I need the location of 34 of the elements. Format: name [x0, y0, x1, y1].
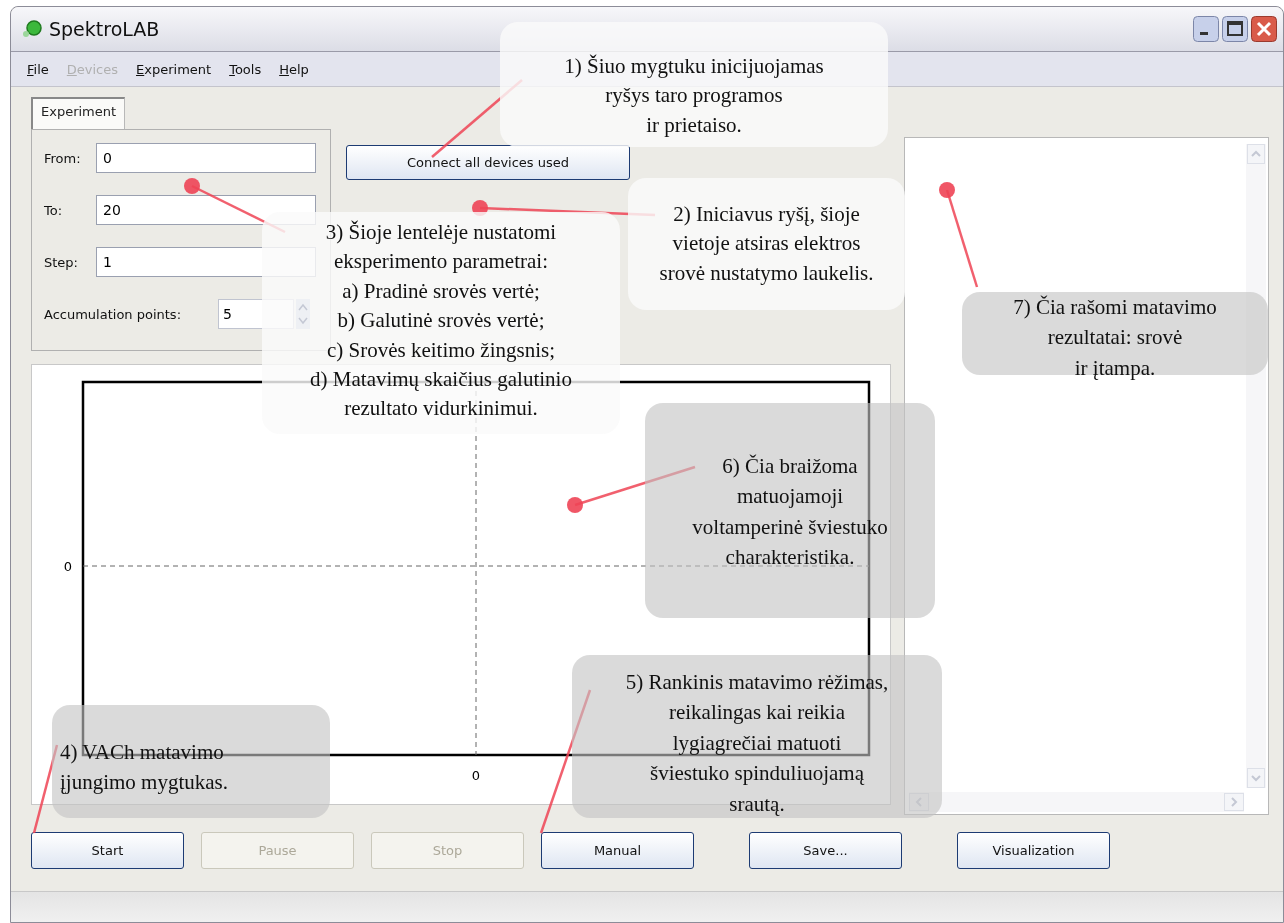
connect-button[interactable]: Connect all devices used: [346, 145, 630, 180]
field-label: Step:: [44, 254, 79, 270]
maximize-icon[interactable]: [1222, 16, 1248, 42]
axis-tick-label: 0: [63, 559, 73, 574]
axis-tick-label: 0: [471, 768, 481, 783]
annotation-text: 5) Rankinis matavimo rėžimas, reikalingas kai reikia lygiagrečiai matuoti šviestuko spinduliuojamą srautą.: [625, 669, 889, 818]
spinner-arrows-icon[interactable]: [296, 299, 310, 329]
minimize-icon[interactable]: [1193, 16, 1219, 42]
annotation-text: 2) Iniciavus ryšį, šioje vietoje atsiras elektros srovė nustatymo laukelis.: [659, 201, 874, 287]
scroll-down-icon[interactable]: [1247, 768, 1265, 788]
horizontal-scrollbar[interactable]: [909, 792, 1244, 812]
menu-item[interactable]: Experiment: [136, 61, 212, 77]
window-title: SpektroLAB: [49, 18, 160, 40]
annotation-text: 4) VACh matavimo įjungimo mygtukas.: [60, 739, 228, 797]
action-button[interactable]: Visualization: [957, 832, 1110, 869]
annotation-text: 6) Čia braižoma matuojamoji voltamperinė šviestuko charakteristika.: [692, 453, 888, 572]
app-icon: [21, 19, 43, 39]
annotation-text: 7) Čia rašomi matavimo rezultatai: srovė ir įtampa.: [1013, 294, 1217, 382]
scroll-right-icon[interactable]: [1224, 793, 1244, 811]
menu-item[interactable]: Tools: [229, 61, 262, 77]
tab[interactable]: Experiment: [31, 97, 126, 130]
action-button[interactable]: Manual: [541, 832, 694, 869]
input-field[interactable]: 0: [96, 143, 316, 173]
action-button[interactable]: Save...: [749, 832, 902, 869]
menu-item[interactable]: File: [27, 61, 49, 77]
field-label: Accumulation points:: [44, 306, 183, 322]
field-label: From:: [44, 150, 82, 166]
scroll-up-icon[interactable]: [1247, 144, 1265, 164]
annotation-text: 1) Šiuo mygtuku inicijuojamas ryšys taro programos ir prietaiso.: [564, 53, 824, 139]
field-label: To:: [44, 202, 64, 218]
action-button[interactable]: Start: [31, 832, 184, 869]
close-icon[interactable]: [1251, 16, 1277, 42]
vertical-scrollbar[interactable]: [1246, 144, 1266, 788]
menu-item[interactable]: Help: [279, 61, 309, 77]
